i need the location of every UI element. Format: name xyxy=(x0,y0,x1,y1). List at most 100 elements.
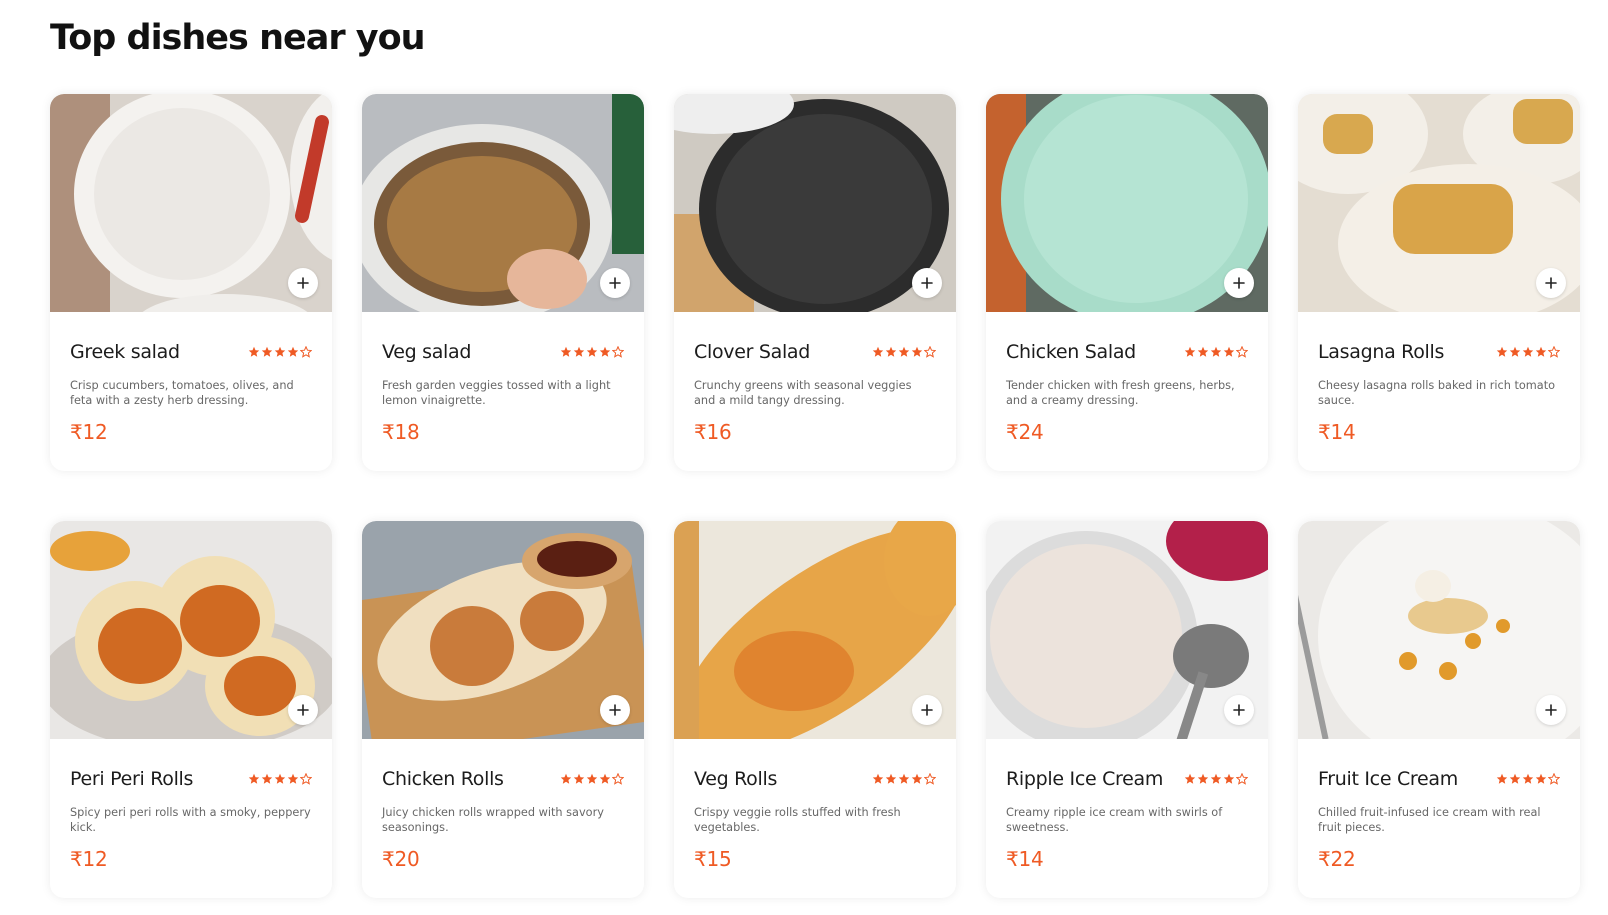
dish-price: ₹22 xyxy=(1318,847,1356,871)
chicken-salad-photo xyxy=(986,94,1268,312)
star-filled-icon xyxy=(248,773,260,784)
star-empty-icon xyxy=(612,346,624,358)
dish-card[interactable]: Chicken Salad Tender chicken with fresh g… xyxy=(986,94,1268,471)
dish-card[interactable]: Lasagna Rolls Cheesy lasagna rolls baked … xyxy=(1298,94,1580,471)
dish-description: Chilled fruit-infused ice cream with rea… xyxy=(1318,806,1541,834)
star-filled-icon xyxy=(274,773,286,784)
dish-description: Creamy ripple ice cream with swirls of s… xyxy=(1006,806,1223,834)
star-filled-icon xyxy=(599,346,611,357)
star-filled-icon xyxy=(248,346,260,357)
star-filled-icon xyxy=(1210,346,1222,357)
star-filled-icon xyxy=(885,773,897,784)
star-filled-icon xyxy=(911,773,923,784)
star-filled-icon xyxy=(911,346,923,357)
add-to-cart-button[interactable] xyxy=(912,695,942,725)
dish-description: Spicy peri peri rolls with a smoky, pepp… xyxy=(70,806,311,834)
add-to-cart-button[interactable] xyxy=(1224,695,1254,725)
veg-rolls-photo xyxy=(674,521,956,739)
star-filled-icon xyxy=(1522,773,1534,784)
star-empty-icon xyxy=(1236,346,1248,358)
add-to-cart-button[interactable] xyxy=(912,268,942,298)
page: Top dishes near you Greek salad Crisp cuc… xyxy=(0,0,1608,915)
dish-name: Chicken Salad xyxy=(1006,341,1136,363)
rating-stars xyxy=(560,773,624,785)
dish-description: Crispy veggie rolls stuffed with fresh v… xyxy=(694,806,901,834)
dish-name: Veg Rolls xyxy=(694,768,778,790)
rating-stars xyxy=(248,773,312,785)
plus-icon xyxy=(297,277,309,289)
dish-description: Cheesy lasagna rolls baked in rich tomat… xyxy=(1318,379,1556,407)
dish-card[interactable]: Chicken Rolls Juicy chicken rolls wrapped… xyxy=(362,521,644,898)
add-to-cart-button[interactable] xyxy=(600,695,630,725)
rating-stars xyxy=(1496,346,1560,358)
star-filled-icon xyxy=(560,773,572,784)
star-filled-icon xyxy=(573,773,585,784)
star-filled-icon xyxy=(898,773,910,784)
dish-card[interactable]: Veg salad Fresh garden veggies tossed wit… xyxy=(362,94,644,471)
star-filled-icon xyxy=(261,773,273,784)
star-filled-icon xyxy=(287,346,299,357)
dish-price: ₹24 xyxy=(1006,420,1044,444)
peri-peri-rolls-photo xyxy=(50,521,332,739)
star-filled-icon xyxy=(1535,773,1547,784)
star-filled-icon xyxy=(261,346,273,357)
add-to-cart-button[interactable] xyxy=(600,268,630,298)
dish-card[interactable]: Greek salad Crisp cucumbers, tomatoes, ol… xyxy=(50,94,332,471)
dish-card[interactable]: Fruit Ice Cream Chilled fruit-infused ice… xyxy=(1298,521,1580,898)
rating-stars xyxy=(1184,773,1248,785)
add-to-cart-button[interactable] xyxy=(1224,268,1254,298)
plus-icon xyxy=(609,277,621,289)
dish-description: Crunchy greens with seasonal veggies and… xyxy=(694,379,912,407)
add-to-cart-button[interactable] xyxy=(1536,268,1566,298)
dish-description: Tender chicken with fresh greens, herbs,… xyxy=(1006,379,1235,407)
star-filled-icon xyxy=(1496,346,1508,357)
rating-stars xyxy=(1496,773,1560,785)
plus-icon xyxy=(1233,277,1245,289)
veg-salad-photo xyxy=(362,94,644,312)
star-filled-icon xyxy=(1509,346,1521,357)
dish-price: ₹14 xyxy=(1318,420,1356,444)
rating-stars xyxy=(560,346,624,358)
dish-name: Lasagna Rolls xyxy=(1318,341,1445,363)
plus-icon xyxy=(1545,704,1557,716)
dish-card[interactable]: Veg Rolls Crispy veggie rolls stuffed wit… xyxy=(674,521,956,898)
dish-price: ₹12 xyxy=(70,420,108,444)
dish-price: ₹15 xyxy=(694,847,732,871)
rating-stars xyxy=(1184,346,1248,358)
dish-name: Fruit Ice Cream xyxy=(1318,768,1458,790)
dish-card[interactable]: Clover Salad Crunchy greens with seasonal… xyxy=(674,94,956,471)
add-to-cart-button[interactable] xyxy=(288,695,318,725)
star-empty-icon xyxy=(1548,346,1560,358)
dish-description: Juicy chicken rolls wrapped with savory … xyxy=(382,806,604,834)
star-filled-icon xyxy=(560,346,572,357)
star-filled-icon xyxy=(872,346,884,357)
dish-price: ₹18 xyxy=(382,420,420,444)
ripple-ice-cream-photo xyxy=(986,521,1268,739)
star-filled-icon xyxy=(1210,773,1222,784)
star-filled-icon xyxy=(1223,773,1235,784)
plus-icon xyxy=(921,277,933,289)
star-filled-icon xyxy=(885,346,897,357)
dish-card[interactable]: Peri Peri Rolls Spicy peri peri rolls wit… xyxy=(50,521,332,898)
dish-grid: Greek salad Crisp cucumbers, tomatoes, ol… xyxy=(50,94,1580,898)
dish-name: Veg salad xyxy=(382,341,472,363)
dish-name: Greek salad xyxy=(70,341,180,363)
lasagna-rolls-photo xyxy=(1298,94,1580,312)
star-filled-icon xyxy=(1522,346,1534,357)
dish-price: ₹14 xyxy=(1006,847,1044,871)
star-empty-icon xyxy=(924,773,936,785)
star-empty-icon xyxy=(300,346,312,358)
dish-price: ₹20 xyxy=(382,847,420,871)
dish-name: Chicken Rolls xyxy=(382,768,504,790)
star-filled-icon xyxy=(1197,773,1209,784)
plus-icon xyxy=(297,704,309,716)
add-to-cart-button[interactable] xyxy=(1536,695,1566,725)
dish-card[interactable]: Ripple Ice Cream Creamy ripple ice cream … xyxy=(986,521,1268,898)
star-empty-icon xyxy=(1236,773,1248,785)
star-empty-icon xyxy=(924,346,936,358)
dish-name: Peri Peri Rolls xyxy=(70,768,194,790)
dish-price: ₹12 xyxy=(70,847,108,871)
rating-stars xyxy=(872,346,936,358)
section-title: Top dishes near you xyxy=(50,18,426,58)
add-to-cart-button[interactable] xyxy=(288,268,318,298)
